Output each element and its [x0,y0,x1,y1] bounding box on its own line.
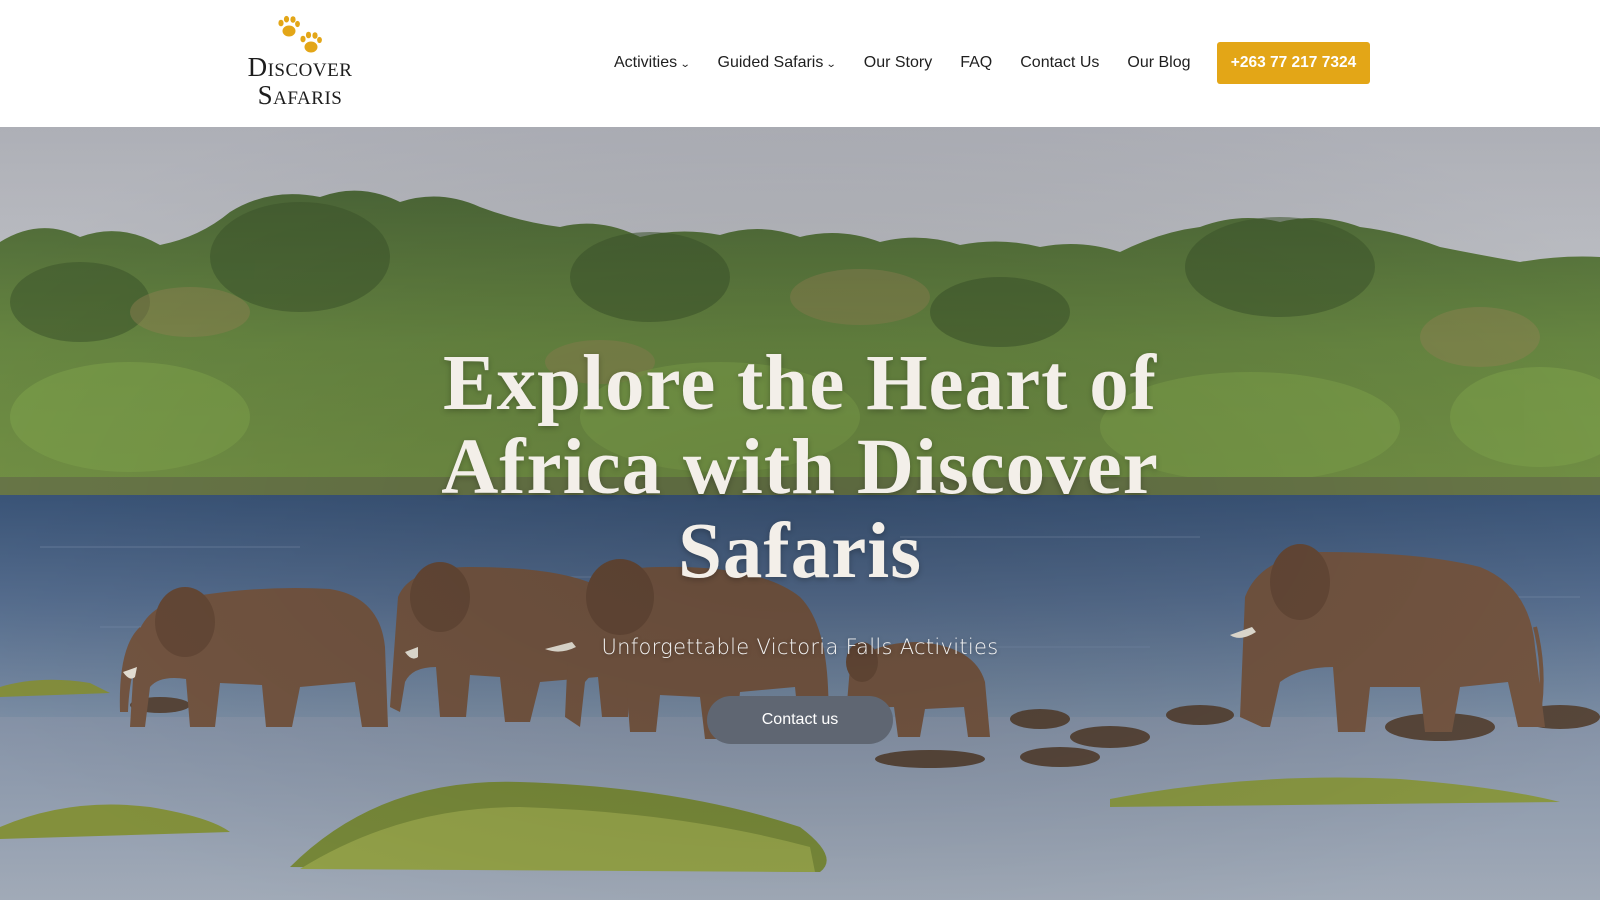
logo-wordmark: Discover Safaris [230,52,370,110]
hero-title: Explore the Heart of Africa with Discove… [441,340,1159,595]
nav-faq[interactable]: FAQ [960,54,992,72]
hero-subtitle: Unforgettable Victoria Falls Activities [601,635,999,659]
phone-button[interactable]: +263 77 217 7324 [1217,42,1370,84]
nav-activities[interactable]: Activities ⌄ [614,54,691,72]
paw-prints-icon [278,15,322,53]
nav-activities-label: Activities [614,54,678,71]
hero-section: Explore the Heart of Africa with Discove… [0,127,1600,900]
nav-our-blog[interactable]: Our Blog [1127,54,1190,72]
nav-guided-safaris-label: Guided Safaris [717,54,824,71]
chevron-down-icon: ⌄ [826,58,838,70]
nav-guided-safaris[interactable]: Guided Safaris ⌄ [717,54,838,72]
contact-us-button[interactable]: Contact us [707,696,893,744]
chevron-down-icon: ⌄ [679,58,691,70]
site-header: Discover Safaris Activities ⌄ Guided Saf… [0,0,1600,127]
nav-contact-us[interactable]: Contact Us [1020,54,1099,72]
logo-link[interactable]: Discover Safaris [230,14,370,114]
logo-line-2: Safaris [257,80,343,110]
logo-line-1: Discover [247,52,353,82]
nav-our-story[interactable]: Our Story [864,54,932,72]
main-nav: Activities ⌄ Guided Safaris ⌄ Our Story … [600,42,1219,84]
